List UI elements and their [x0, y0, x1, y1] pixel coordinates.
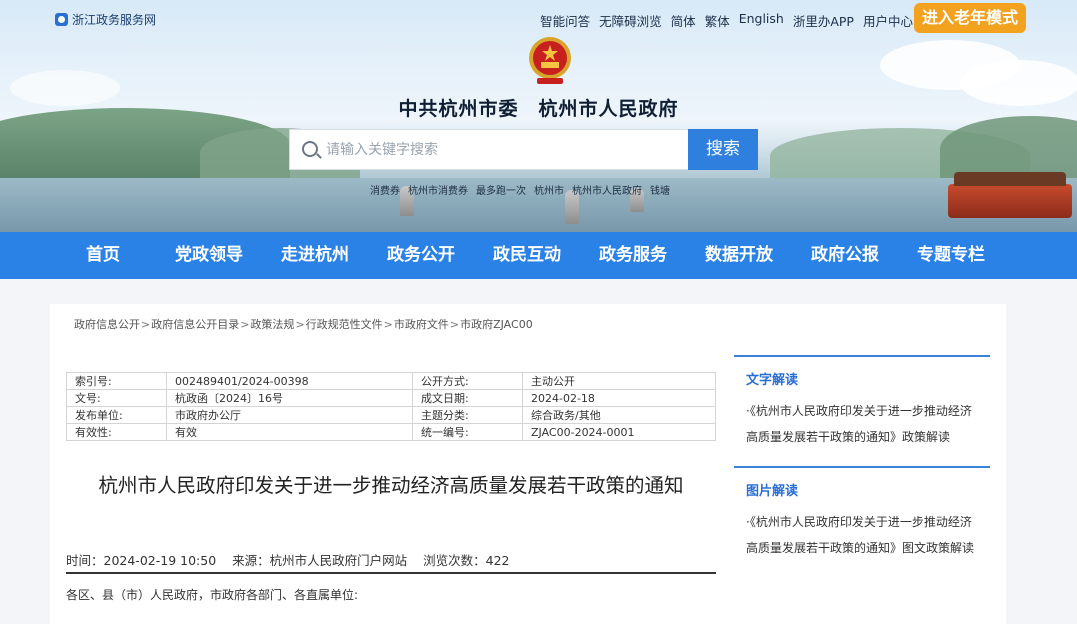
- meta-key: 统一编号:: [412, 423, 523, 441]
- meta-value: 002489401/2024-00398: [166, 372, 413, 390]
- breadcrumb-separator: >: [295, 318, 305, 331]
- meta-value: ZJAC00-2024-0001: [522, 423, 716, 441]
- national-emblem-icon: [529, 37, 571, 84]
- meta-value: 综合政务/其他: [522, 406, 716, 424]
- site-logo[interactable]: 浙江政务服务网: [55, 11, 156, 28]
- nav-about-hangzhou[interactable]: 走进杭州: [262, 232, 368, 279]
- nav-gov-affairs-open[interactable]: 政务公开: [368, 232, 474, 279]
- breadcrumb-item[interactable]: 政策法规: [250, 318, 294, 331]
- text-interpretation-heading: 文字解读: [746, 373, 799, 388]
- nav-leaders[interactable]: 党政领导: [156, 232, 262, 279]
- hotword-link[interactable]: 最多跑一次: [476, 182, 526, 197]
- table-row: 发布单位: 市政府办公厅 主题分类: 综合政务/其他: [66, 406, 716, 424]
- hot-keywords: 消费券 杭州市消费券 最多跑一次 杭州市 杭州市人民政府 钱塘: [370, 182, 670, 197]
- nav-special-topics[interactable]: 专题专栏: [898, 232, 1004, 279]
- hotword-link[interactable]: 消费券: [370, 182, 400, 197]
- meta-key: 发布单位:: [66, 406, 167, 424]
- meta-key: 主题分类:: [412, 406, 523, 424]
- site-name: 浙江政务服务网: [72, 13, 157, 27]
- breadcrumb-separator: >: [240, 318, 250, 331]
- breadcrumb-item[interactable]: 市政府ZJAC00: [460, 318, 533, 331]
- view-count: 浏览次数：422: [423, 553, 510, 568]
- image-interpretation-heading: 图片解读: [746, 484, 799, 499]
- document-title: 杭州市人民政府印发关于进一步推动经济高质量发展若干政策的通知: [98, 474, 684, 497]
- breadcrumb-item[interactable]: 政府信息公开: [74, 318, 140, 331]
- breadcrumb-item[interactable]: 行政规范性文件: [306, 318, 383, 331]
- hotword-link[interactable]: 杭州市人民政府: [572, 182, 642, 197]
- image-interpretation-block: 图片解读 ·《杭州市人民政府印发关于进一步推动经济高质量发展若干政策的通知》图文…: [734, 466, 990, 571]
- pleasure-boat: [948, 172, 1072, 218]
- search-input[interactable]: [326, 130, 686, 169]
- table-row: 索引号: 002489401/2024-00398 公开方式: 主动公开: [66, 372, 716, 390]
- publish-time: 时间：2024-02-19 10:50: [66, 553, 217, 568]
- table-row: 文号: 杭政函〔2024〕16号 成文日期: 2024-02-18: [66, 389, 716, 407]
- meta-key: 文号:: [66, 389, 167, 407]
- link-smart-qa[interactable]: 智能问答: [540, 11, 590, 30]
- top-links: 智能问答 无障碍浏览 简体 繁体 English 浙里办APP 用户中心: [540, 11, 913, 30]
- search-icon: [302, 141, 318, 157]
- hotword-link[interactable]: 杭州市: [534, 182, 564, 197]
- main-nav: 首页 党政领导 走进杭州 政务公开 政民互动 政务服务 数据开放 政府公报 专题…: [0, 232, 1077, 279]
- document-source: 来源：杭州市人民政府门户网站: [232, 553, 408, 568]
- page-title: 中共杭州市委 杭州市人民政府: [398, 98, 679, 120]
- interpretation-sidebar: 文字解读 ·《杭州市人民政府印发关于进一步推动经济高质量发展若干政策的通知》政策…: [734, 355, 990, 571]
- breadcrumb-separator: >: [383, 318, 393, 331]
- divider: [66, 572, 716, 574]
- nav-gazette[interactable]: 政府公报: [792, 232, 898, 279]
- meta-key: 公开方式:: [412, 372, 523, 390]
- link-accessibility[interactable]: 无障碍浏览: [599, 11, 662, 30]
- meta-value: 主动公开: [522, 372, 716, 390]
- meta-value: 2024-02-18: [522, 389, 716, 407]
- meta-key: 索引号:: [66, 372, 167, 390]
- search-box: 搜索: [289, 129, 758, 170]
- text-interpretation-link[interactable]: ·《杭州市人民政府印发关于进一步推动经济高质量发展若干政策的通知》政策解读: [746, 398, 978, 450]
- link-zlb-app[interactable]: 浙里办APP: [793, 11, 854, 30]
- meta-value: 有效: [166, 423, 413, 441]
- document-info: 时间：2024-02-19 10:50 来源：杭州市人民政府门户网站 浏览次数：…: [66, 550, 716, 569]
- breadcrumb-separator: >: [141, 318, 151, 331]
- breadcrumb: 政府信息公开>政府信息公开目录>政策法规>行政规范性文件>市政府文件>市政府ZJ…: [74, 316, 533, 332]
- text-interpretation-block: 文字解读 ·《杭州市人民政府印发关于进一步推动经济高质量发展若干政策的通知》政策…: [734, 355, 990, 460]
- meta-key: 有效性:: [66, 423, 167, 441]
- link-traditional[interactable]: 繁体: [705, 11, 730, 30]
- breadcrumb-item[interactable]: 市政府文件: [394, 318, 449, 331]
- meta-value: 市政府办公厅: [166, 406, 413, 424]
- table-row: 有效性: 有效 统一编号: ZJAC00-2024-0001: [66, 423, 716, 441]
- link-english[interactable]: English: [739, 11, 784, 30]
- document-body: 各区、县（市）人民政府，市政府各部门、各直属单位:: [66, 588, 359, 602]
- breadcrumb-item[interactable]: 政府信息公开目录: [151, 318, 239, 331]
- content-panel: 政府信息公开>政府信息公开目录>政策法规>行政规范性文件>市政府文件>市政府ZJ…: [50, 304, 1006, 624]
- search-button[interactable]: 搜索: [688, 129, 758, 170]
- image-interpretation-link[interactable]: ·《杭州市人民政府印发关于进一步推动经济高质量发展若干政策的通知》图文政策解读: [746, 509, 978, 561]
- document-meta-table: 索引号: 002489401/2024-00398 公开方式: 主动公开 文号:…: [66, 372, 716, 441]
- hotword-link[interactable]: 钱塘: [650, 182, 670, 197]
- link-simplified[interactable]: 简体: [671, 11, 696, 30]
- top-bar: 浙江政务服务网 智能问答 无障碍浏览 简体 繁体 English 浙里办APP …: [0, 0, 1077, 38]
- nav-open-data[interactable]: 数据开放: [686, 232, 792, 279]
- nav-services[interactable]: 政务服务: [580, 232, 686, 279]
- breadcrumb-separator: >: [449, 318, 460, 331]
- link-user-center[interactable]: 用户中心: [863, 11, 913, 30]
- hotword-link[interactable]: 杭州市消费券: [408, 182, 468, 197]
- meta-value: 杭政函〔2024〕16号: [166, 389, 413, 407]
- nav-interaction[interactable]: 政民互动: [474, 232, 580, 279]
- zj-logo-icon: [55, 13, 68, 26]
- meta-key: 成文日期:: [412, 389, 523, 407]
- elder-mode-button[interactable]: 进入老年模式: [914, 3, 1026, 33]
- header-banner: 浙江政务服务网 智能问答 无障碍浏览 简体 繁体 English 浙里办APP …: [0, 0, 1077, 232]
- nav-home[interactable]: 首页: [50, 232, 156, 279]
